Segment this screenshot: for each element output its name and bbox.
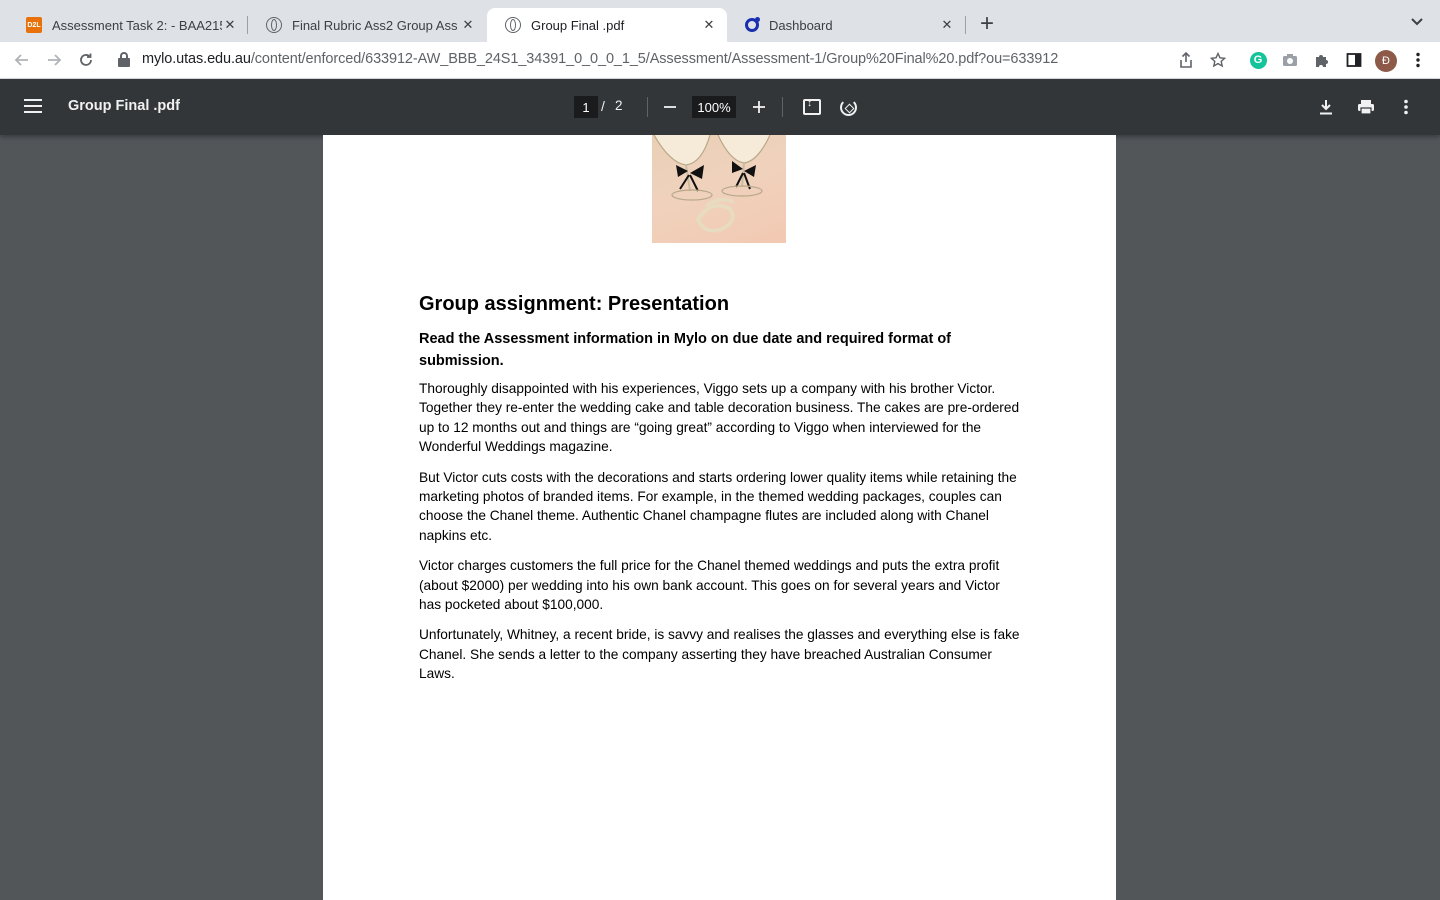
new-tab-button[interactable]: +	[975, 12, 999, 36]
plus-icon	[753, 101, 765, 113]
extensions-puzzle-icon[interactable]	[1311, 49, 1333, 71]
d2l-logo-icon: D2L	[26, 17, 42, 33]
tab-title: Dashboard	[769, 17, 833, 33]
page-total: 2	[615, 98, 623, 113]
document-title: Group Final .pdf	[68, 98, 180, 114]
more-actions-button[interactable]	[1394, 95, 1418, 119]
tab-title: Final Rubric Ass2 Group Ass Bu	[292, 17, 460, 33]
tab-divider	[965, 16, 966, 34]
close-icon[interactable]: ✕	[460, 17, 476, 33]
tab-assessment-task[interactable]: D2L Assessment Task 2: - BAA215 I ✕	[8, 8, 248, 42]
hamburger-menu-icon[interactable]	[24, 99, 42, 113]
forward-button[interactable]	[42, 48, 66, 72]
grammarly-extension-icon[interactable]: G	[1247, 49, 1269, 71]
profile-avatar[interactable]: Đ	[1375, 50, 1397, 72]
tab-final-rubric[interactable]: Final Rubric Ass2 Group Ass Bu ✕	[248, 8, 486, 42]
kebab-menu-icon	[1404, 99, 1408, 115]
page-number-input[interactable]: 1	[574, 96, 598, 118]
reload-icon	[80, 53, 92, 66]
pdf-viewer-toolbar: Group Final .pdf 1 / 2 100%	[0, 79, 1440, 135]
close-icon[interactable]: ✕	[222, 17, 238, 33]
zoom-in-button[interactable]	[747, 95, 771, 119]
close-icon[interactable]: ✕	[939, 17, 955, 33]
globe-icon	[505, 17, 521, 33]
pdf-page: Group assignment: Presentation Read the …	[323, 135, 1116, 900]
back-button[interactable]	[10, 48, 34, 72]
browser-toolbar: mylo.utas.edu.au/content/enforced/633912…	[0, 42, 1440, 79]
print-button[interactable]	[1354, 95, 1378, 119]
fit-to-page-button[interactable]	[800, 95, 824, 119]
tab-title: Assessment Task 2: - BAA215 I	[52, 17, 222, 33]
fit-page-icon	[803, 98, 821, 115]
close-icon[interactable]: ✕	[701, 17, 717, 33]
globe-icon	[266, 17, 282, 33]
toolbar-divider	[782, 97, 783, 117]
minus-icon	[664, 106, 676, 108]
champagne-flutes-image	[652, 135, 786, 243]
tab-group-final-pdf[interactable]: Group Final .pdf ✕	[487, 8, 727, 42]
toolbar-divider	[647, 97, 648, 117]
forward-arrow-icon	[48, 54, 62, 66]
document-body: Group assignment: Presentation Read the …	[419, 293, 1024, 695]
download-icon	[1320, 100, 1332, 115]
reload-button[interactable]	[74, 48, 98, 72]
page-separator: /	[601, 98, 605, 114]
tab-title: Group Final .pdf	[531, 17, 625, 33]
paragraph-3: Victor charges customers the full price …	[419, 558, 1000, 613]
download-button[interactable]	[1314, 95, 1338, 119]
url-host: mylo.utas.edu.au	[142, 51, 251, 67]
zoom-level-input[interactable]: 100%	[692, 96, 736, 118]
dashboard-icon	[745, 17, 760, 32]
paragraph-1: Thoroughly disappointed with his experie…	[419, 381, 1020, 455]
back-arrow-icon	[14, 54, 28, 66]
side-panel-icon[interactable]	[1343, 49, 1365, 71]
tab-search-chevron-icon[interactable]	[1406, 14, 1428, 34]
browser-tab-strip: D2L Assessment Task 2: - BAA215 I ✕ Fina…	[0, 0, 1440, 42]
paragraph-2: But Victor cuts costs with the decoratio…	[419, 469, 1017, 543]
tab-dashboard[interactable]: Dashboard ✕	[727, 8, 965, 42]
document-heading: Group assignment: Presentation	[419, 293, 730, 315]
paragraph-4: Unfortunately, Whitney, a recent bride, …	[419, 627, 1020, 682]
print-icon	[1358, 100, 1374, 115]
zoom-out-button[interactable]	[658, 95, 682, 119]
share-icon[interactable]	[1175, 49, 1197, 71]
browser-menu-kebab-icon[interactable]	[1407, 49, 1429, 71]
address-bar[interactable]: mylo.utas.edu.au/content/enforced/633912…	[142, 51, 1058, 67]
document-subheading: Read the Assessment information in Mylo …	[419, 331, 952, 369]
url-path: /content/enforced/633912-AW_BBB_24S1_343…	[250, 51, 1059, 67]
camera-extension-icon[interactable]	[1279, 49, 1301, 71]
rotate-button[interactable]	[836, 95, 860, 119]
bookmark-star-icon[interactable]	[1207, 49, 1229, 71]
rotate-icon	[839, 98, 857, 116]
lock-icon[interactable]	[118, 52, 130, 68]
